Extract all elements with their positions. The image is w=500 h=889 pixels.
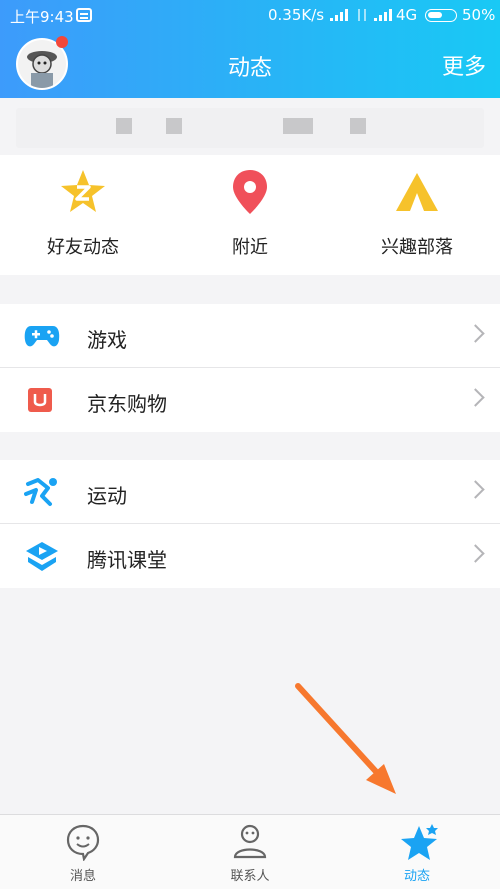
tab-label: 联系人 — [230, 869, 270, 884]
tab-contacts[interactable]: 联系人 — [167, 815, 333, 889]
chat-smile-icon — [66, 824, 100, 861]
tab-dynamic[interactable]: 动态 — [334, 815, 500, 889]
tab-label: 动态 — [403, 869, 430, 884]
dynamic-star-icon — [401, 824, 438, 860]
tab-messages[interactable]: 消息 — [0, 815, 166, 889]
bottom-tab-bar: 消息 联系人 动态 — [0, 814, 500, 889]
contacts-person-icon — [233, 824, 267, 859]
annotation-arrow-icon — [295, 683, 396, 794]
tab-label: 消息 — [69, 869, 96, 884]
